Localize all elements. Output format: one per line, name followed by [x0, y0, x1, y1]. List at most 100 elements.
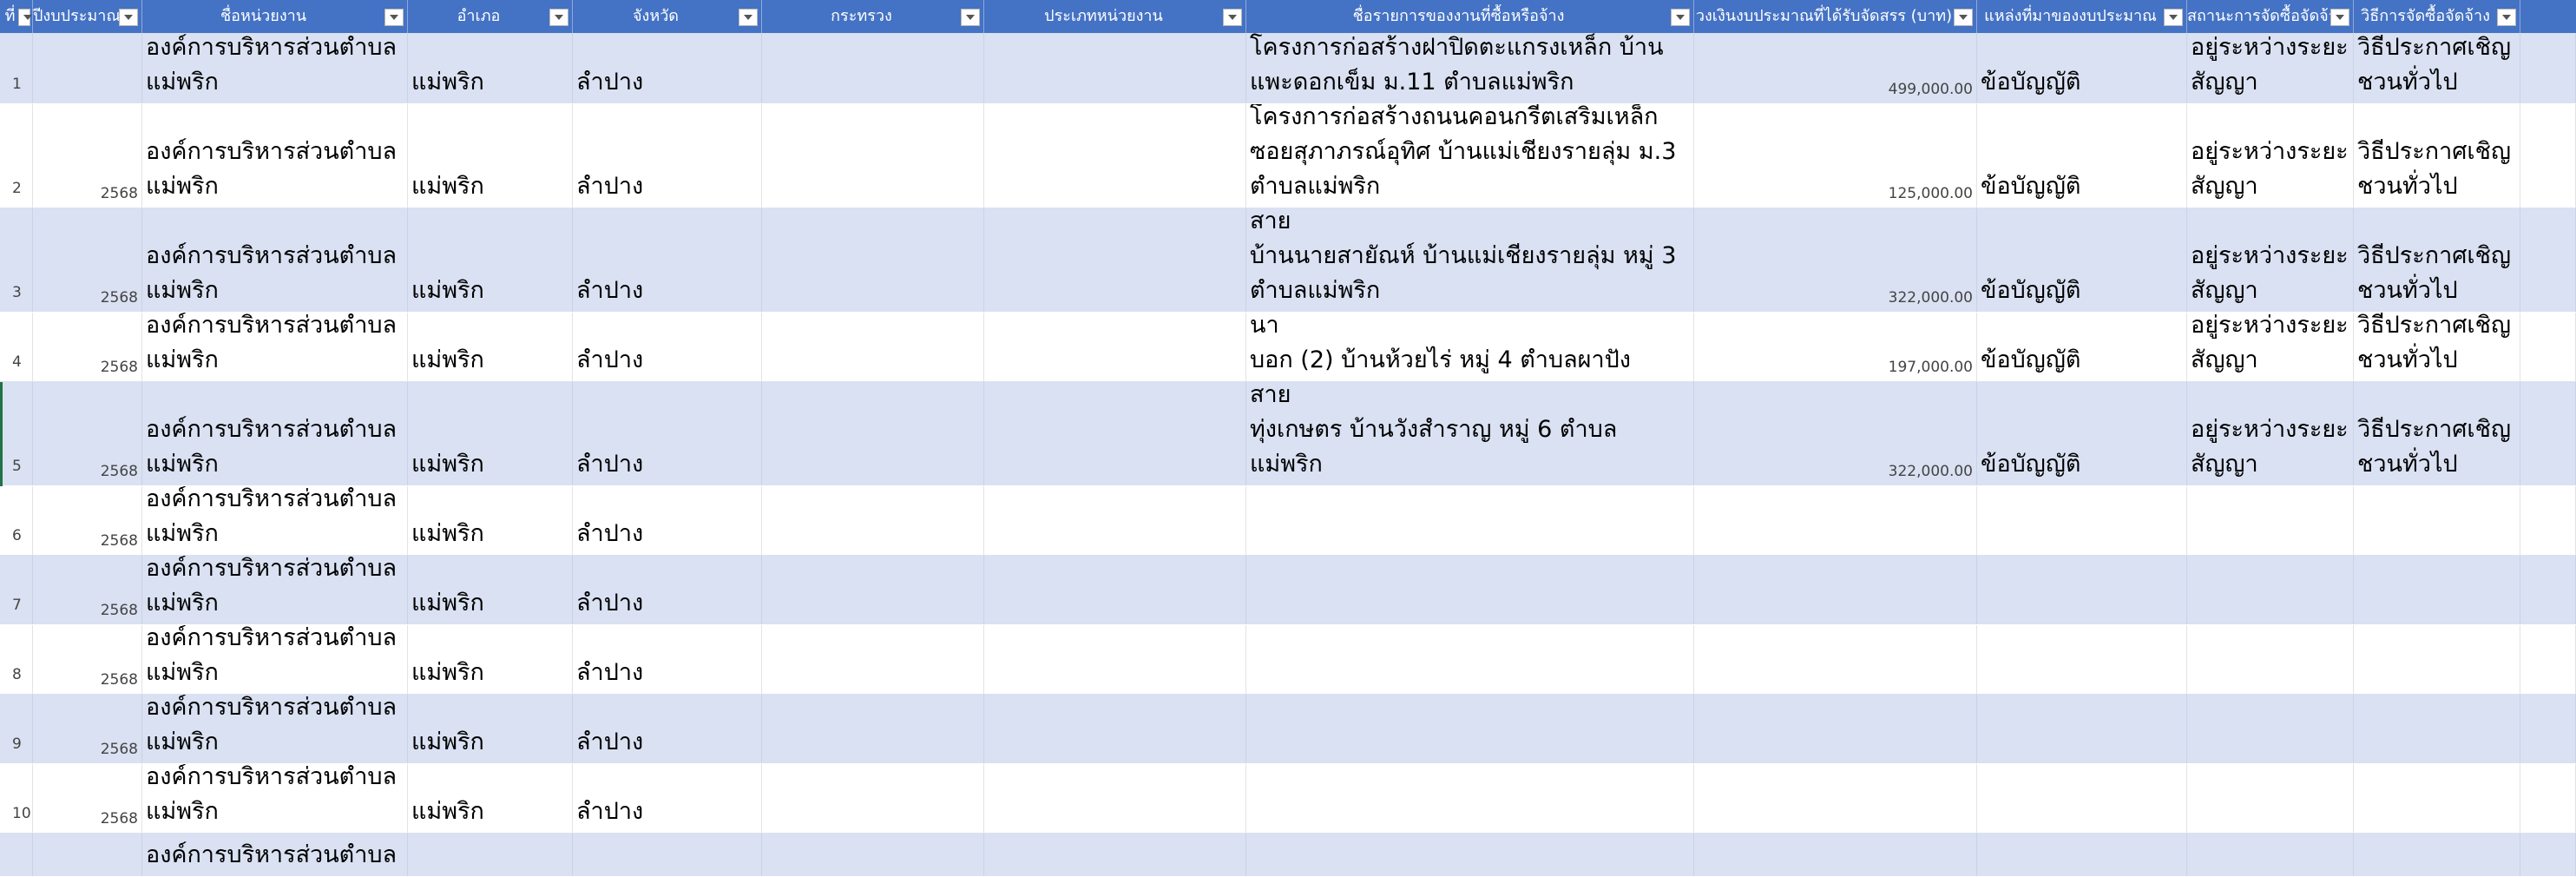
- header-district[interactable]: อำเภอ: [408, 0, 573, 33]
- cell-budget[interactable]: 197,000.00: [1694, 313, 1977, 381]
- cell-agency[interactable]: องค์การบริหารส่วนตำบล แม่พริก: [142, 625, 408, 694]
- cell-province[interactable]: ลำปาง: [573, 104, 762, 208]
- cell-project-name[interactable]: [1246, 556, 1694, 624]
- cell-agency[interactable]: องค์การบริหารส่วนตำบล: [142, 834, 408, 876]
- filter-dropdown-icon[interactable]: [739, 9, 758, 26]
- cell-empty[interactable]: [2520, 556, 2576, 624]
- cell-fiscal-year[interactable]: 2568: [33, 382, 142, 485]
- row-number[interactable]: 1: [0, 33, 33, 103]
- cell-budget[interactable]: [1694, 556, 1977, 624]
- cell-procurement-method[interactable]: [2354, 556, 2520, 624]
- cell-district[interactable]: แม่พริก: [408, 208, 573, 312]
- cell-district[interactable]: [408, 834, 573, 876]
- cell-agency-type[interactable]: [984, 556, 1246, 624]
- cell-budget-source[interactable]: [1977, 695, 2187, 763]
- cell-budget[interactable]: [1694, 695, 1977, 763]
- cell-procurement-status[interactable]: [2187, 834, 2354, 876]
- cell-province[interactable]: ลำปาง: [573, 313, 762, 381]
- cell-ministry[interactable]: [762, 104, 984, 208]
- cell-province[interactable]: ลำปาง: [573, 695, 762, 763]
- cell-procurement-status[interactable]: [2187, 764, 2354, 833]
- cell-agency[interactable]: องค์การบริหารส่วนตำบล แม่พริก: [142, 764, 408, 833]
- header-number[interactable]: ที่: [0, 0, 33, 33]
- cell-budget[interactable]: 499,000.00: [1694, 33, 1977, 103]
- cell-procurement-method[interactable]: วิธีประกาศเชิญ ชวนทั่วไป: [2354, 313, 2520, 381]
- cell-empty[interactable]: [2520, 313, 2576, 381]
- cell-budget-source[interactable]: ข้อบัญญัติ: [1977, 313, 2187, 381]
- cell-procurement-status[interactable]: [2187, 695, 2354, 763]
- cell-budget[interactable]: [1694, 625, 1977, 694]
- cell-procurement-method[interactable]: [2354, 764, 2520, 833]
- cell-project-name[interactable]: โครงการก่อสร้างถนนคอนกรีตเสริมเหล็กสาย ท…: [1246, 382, 1694, 485]
- row-number[interactable]: 9: [0, 695, 33, 763]
- filter-dropdown-icon[interactable]: [961, 9, 980, 26]
- cell-procurement-status[interactable]: [2187, 556, 2354, 624]
- cell-budget-source[interactable]: ข้อบัญญัติ: [1977, 382, 2187, 485]
- cell-empty[interactable]: [2520, 33, 2576, 103]
- cell-district[interactable]: แม่พริก: [408, 625, 573, 694]
- cell-province[interactable]: ลำปาง: [573, 486, 762, 555]
- cell-budget[interactable]: 125,000.00: [1694, 104, 1977, 208]
- cell-budget-source[interactable]: [1977, 625, 2187, 694]
- cell-procurement-method[interactable]: [2354, 834, 2520, 876]
- cell-ministry[interactable]: [762, 625, 984, 694]
- filter-dropdown-icon[interactable]: [18, 9, 32, 26]
- filter-dropdown-icon[interactable]: [1223, 9, 1242, 26]
- row-number[interactable]: 2: [0, 104, 33, 208]
- cell-ministry[interactable]: [762, 208, 984, 312]
- cell-budget[interactable]: [1694, 834, 1977, 876]
- cell-procurement-method[interactable]: [2354, 625, 2520, 694]
- cell-project-name[interactable]: โครงการก่อสร้างถนนคอนกรีตเสริมเหล็ก ซอยส…: [1246, 104, 1694, 208]
- header-procurement-status[interactable]: สถานะการจัดซื้อจัดจ้าง: [2187, 0, 2354, 33]
- cell-empty[interactable]: [2520, 104, 2576, 208]
- cell-agency-type[interactable]: [984, 764, 1246, 833]
- cell-procurement-status[interactable]: [2187, 486, 2354, 555]
- header-agency-type[interactable]: ประเภทหน่วยงาน: [984, 0, 1246, 33]
- cell-province[interactable]: ลำปาง: [573, 625, 762, 694]
- cell-agency[interactable]: องค์การบริหารส่วนตำบล แม่พริก: [142, 33, 408, 103]
- cell-agency-type[interactable]: [984, 625, 1246, 694]
- header-budget[interactable]: วงเงินงบประมาณที่ได้รับจัดสรร (บาท): [1694, 0, 1977, 33]
- cell-procurement-method[interactable]: วิธีประกาศเชิญ ชวนทั่วไป: [2354, 382, 2520, 485]
- header-project-name[interactable]: ชื่อรายการของงานที่ซื้อหรือจ้าง: [1246, 0, 1694, 33]
- header-procurement-method[interactable]: วิธีการจัดซื้อจัดจ้าง: [2354, 0, 2520, 33]
- cell-agency[interactable]: องค์การบริหารส่วนตำบล แม่พริก: [142, 104, 408, 208]
- cell-empty[interactable]: [2520, 764, 2576, 833]
- cell-empty[interactable]: [2520, 834, 2576, 876]
- cell-budget-source[interactable]: [1977, 486, 2187, 555]
- cell-budget[interactable]: [1694, 486, 1977, 555]
- filter-dropdown-icon[interactable]: [384, 9, 404, 26]
- cell-district[interactable]: แม่พริก: [408, 313, 573, 381]
- row-number[interactable]: 8: [0, 625, 33, 694]
- cell-fiscal-year[interactable]: 2568: [33, 764, 142, 833]
- cell-procurement-method[interactable]: วิธีประกาศเชิญ ชวนทั่วไป: [2354, 33, 2520, 103]
- cell-empty[interactable]: [2520, 625, 2576, 694]
- cell-empty[interactable]: [2520, 486, 2576, 555]
- cell-district[interactable]: แม่พริก: [408, 556, 573, 624]
- cell-empty[interactable]: [2520, 382, 2576, 485]
- cell-procurement-status[interactable]: อยู่ระหว่างระยะ สัญญา: [2187, 382, 2354, 485]
- cell-ministry[interactable]: [762, 695, 984, 763]
- cell-agency-type[interactable]: [984, 834, 1246, 876]
- cell-procurement-status[interactable]: อยู่ระหว่างระยะ สัญญา: [2187, 313, 2354, 381]
- cell-project-name[interactable]: [1246, 834, 1694, 876]
- cell-province[interactable]: ลำปาง: [573, 208, 762, 312]
- cell-fiscal-year[interactable]: 2568: [33, 104, 142, 208]
- cell-agency[interactable]: องค์การบริหารส่วนตำบล แม่พริก: [142, 556, 408, 624]
- cell-procurement-method[interactable]: วิธีประกาศเชิญ ชวนทั่วไป: [2354, 104, 2520, 208]
- cell-district[interactable]: แม่พริก: [408, 382, 573, 485]
- cell-ministry[interactable]: [762, 556, 984, 624]
- cell-fiscal-year[interactable]: 2568: [33, 208, 142, 312]
- cell-procurement-status[interactable]: อยู่ระหว่างระยะ สัญญา: [2187, 33, 2354, 103]
- row-number[interactable]: 7: [0, 556, 33, 624]
- cell-district[interactable]: แม่พริก: [408, 104, 573, 208]
- header-ministry[interactable]: กระทรวง: [762, 0, 984, 33]
- cell-fiscal-year[interactable]: 2568: [33, 695, 142, 763]
- cell-budget-source[interactable]: [1977, 556, 2187, 624]
- filter-dropdown-icon[interactable]: [549, 9, 568, 26]
- row-number[interactable]: [0, 834, 33, 876]
- filter-dropdown-icon[interactable]: [2164, 9, 2183, 26]
- filter-dropdown-icon[interactable]: [1954, 9, 1973, 26]
- cell-procurement-method[interactable]: [2354, 695, 2520, 763]
- cell-agency-type[interactable]: [984, 33, 1246, 103]
